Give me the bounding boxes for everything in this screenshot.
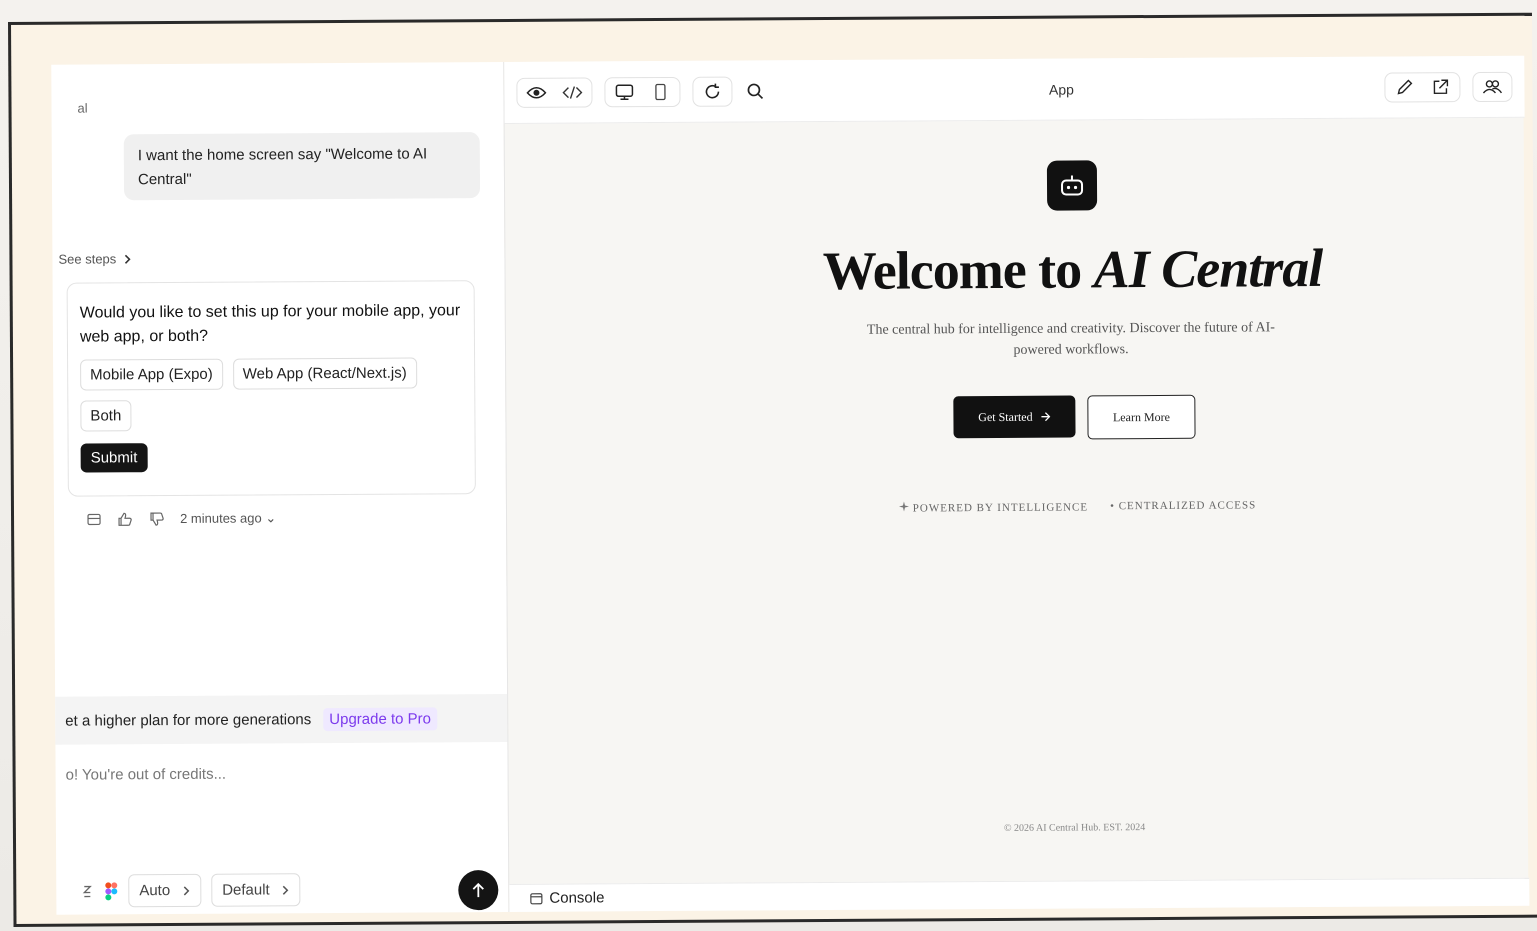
see-steps-link[interactable]: See steps <box>58 251 132 267</box>
upgrade-text: et a higher plan for more generations <box>65 710 312 730</box>
see-steps-label: See steps <box>58 251 117 267</box>
monitor-icon <box>615 83 634 100</box>
preview-panel: App Welcome to AI Central The central hu… <box>503 55 1530 912</box>
console-toggle[interactable]: Console <box>509 877 1530 912</box>
preview-eye-button[interactable] <box>523 79 549 105</box>
collaborators-button[interactable] <box>1479 73 1505 99</box>
app-preview: Welcome to AI Central The central hub fo… <box>505 118 1530 884</box>
feature-item: POWERED BY INTELLIGENCE <box>898 500 1088 514</box>
option-mobile-app[interactable]: Mobile App (Expo) <box>80 358 223 391</box>
hero-title: Welcome to AI Central <box>822 237 1323 302</box>
share-group <box>1472 71 1513 102</box>
arrow-up-icon <box>472 882 484 898</box>
refresh-icon <box>705 83 720 98</box>
chevron-right-icon <box>183 885 190 895</box>
send-button[interactable] <box>458 870 499 911</box>
code-icon <box>562 85 583 99</box>
search-icon <box>747 83 764 99</box>
arrow-right-icon <box>1041 412 1051 422</box>
url-bar[interactable]: App <box>778 72 1384 106</box>
console-icon <box>530 892 543 904</box>
chat-input[interactable]: o! You're out of credits... <box>66 766 227 784</box>
thumbs-down-icon[interactable] <box>148 510 166 528</box>
attach-icon[interactable] <box>80 882 94 900</box>
chevron-right-icon <box>124 254 131 264</box>
external-link-icon <box>1433 79 1449 94</box>
open-external-button[interactable] <box>1427 74 1453 100</box>
bot-icon <box>1061 175 1084 196</box>
question-text: Would you like to set this up for your m… <box>79 302 461 346</box>
search-button[interactable] <box>742 78 768 104</box>
phone-icon <box>655 83 666 100</box>
sparkle-icon <box>898 501 909 512</box>
composer-tools: Auto Default <box>80 873 301 908</box>
eye-icon <box>526 86 547 99</box>
mobile-view-button[interactable] <box>647 78 673 104</box>
desktop-view-button[interactable] <box>611 79 637 105</box>
option-web-app[interactable]: Web App (React/Next.js) <box>232 357 417 390</box>
edit-button[interactable] <box>1391 74 1417 100</box>
pencil-icon <box>1397 78 1413 94</box>
figma-icon[interactable] <box>104 881 118 901</box>
hero-title-highlight: AI Central <box>1093 237 1323 300</box>
footer-copyright: © 2026 AI Central Hub. EST. 2024 <box>1003 822 1146 834</box>
message-actions: 2 minutes ago ⌄ <box>86 509 276 528</box>
view-mode-group <box>516 76 593 108</box>
option-list: Mobile App (Expo) Web App (React/Next.js… <box>80 357 462 432</box>
users-icon <box>1482 79 1503 93</box>
device-group <box>604 76 681 107</box>
mode-select[interactable]: Default <box>211 873 301 907</box>
get-started-button[interactable]: Get Started <box>953 395 1076 439</box>
upgrade-banner: et a higher plan for more generations Up… <box>55 693 508 745</box>
submit-button[interactable]: Submit <box>80 443 148 473</box>
copy-icon[interactable] <box>86 511 102 527</box>
edit-group <box>1384 71 1461 103</box>
code-view-button[interactable] <box>559 79 585 105</box>
url-text: App <box>1048 80 1074 98</box>
cta-row: Get Started Learn More <box>953 394 1196 440</box>
refresh-group <box>692 76 733 107</box>
screen-frame: al I want the home screen say "Welcome t… <box>8 12 1537 927</box>
console-label: Console <box>549 889 605 907</box>
panel-title: al <box>77 100 88 116</box>
upgrade-to-pro-link[interactable]: Upgrade to Pro <box>323 706 438 731</box>
app-logo <box>1046 160 1098 211</box>
chevron-right-icon <box>283 885 289 895</box>
chat-panel: al I want the home screen say "Welcome t… <box>51 61 509 915</box>
question-card: Would you like to set this up for your m… <box>66 280 476 497</box>
preview-toolbar: App <box>504 55 1525 124</box>
hero-subtitle: The central hub for intelligence and cre… <box>866 320 1275 358</box>
refresh-button[interactable] <box>699 78 725 104</box>
user-message-bubble: I want the home screen say "Welcome to A… <box>123 132 481 201</box>
option-both[interactable]: Both <box>80 400 132 432</box>
thumbs-up-icon[interactable] <box>116 510 134 528</box>
feature-item: • CENTRALIZED ACCESS <box>1110 499 1257 513</box>
timestamp[interactable]: 2 minutes ago ⌄ <box>180 510 276 527</box>
feature-list: POWERED BY INTELLIGENCE • CENTRALIZED AC… <box>898 499 1257 514</box>
learn-more-button[interactable]: Learn More <box>1087 394 1196 440</box>
model-select[interactable]: Auto <box>128 873 202 908</box>
